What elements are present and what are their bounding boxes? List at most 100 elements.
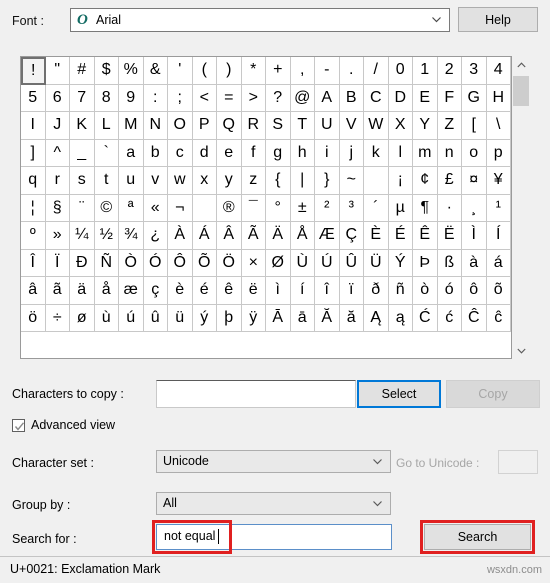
character-cell[interactable]: ² (315, 194, 340, 222)
character-cell[interactable]: ù (94, 304, 119, 332)
character-cell[interactable]: R (241, 112, 266, 140)
character-cell[interactable]: _ (70, 139, 95, 167)
scrollbar-thumb[interactable] (513, 76, 529, 106)
character-cell[interactable]: ì (266, 277, 291, 305)
character-cell[interactable]: è (168, 277, 193, 305)
character-cell[interactable]: ô (462, 277, 487, 305)
character-cell[interactable]: 3 (462, 57, 487, 85)
character-cell[interactable]: v (143, 167, 168, 195)
character-cell[interactable]: Ĉ (462, 304, 487, 332)
character-cell[interactable]: É (388, 222, 413, 250)
character-cell[interactable]: \ (486, 112, 511, 140)
character-cell[interactable]: U (315, 112, 340, 140)
character-cell[interactable]: # (70, 57, 95, 85)
font-combobox[interactable]: O Arial (70, 8, 450, 32)
character-cell[interactable]: À (168, 222, 193, 250)
character-cell[interactable]: ^ (45, 139, 70, 167)
character-cell[interactable]: c (168, 139, 193, 167)
character-cell[interactable]: Q (217, 112, 242, 140)
character-cell[interactable]: µ (388, 194, 413, 222)
character-cell[interactable]: 2 (437, 57, 462, 85)
character-cell[interactable]: Î (21, 249, 46, 277)
character-cell[interactable]: » (45, 222, 70, 250)
character-cell[interactable]: ÷ (45, 304, 70, 332)
character-cell[interactable]: ê (217, 277, 242, 305)
character-cell[interactable]: ¨ (70, 194, 95, 222)
character-cell[interactable]: b (143, 139, 168, 167)
character-cell[interactable]: ¿ (143, 222, 168, 250)
character-cell[interactable]: í (290, 277, 315, 305)
character-cell[interactable]: ¶ (413, 194, 438, 222)
character-cell[interactable]: ) (217, 57, 242, 85)
character-cell[interactable]: Ï (45, 249, 70, 277)
character-cell[interactable]: C (364, 84, 389, 112)
character-cell[interactable]: ð (364, 277, 389, 305)
character-cell[interactable]: Ä (266, 222, 291, 250)
character-cell[interactable]: Ù (290, 249, 315, 277)
character-cell[interactable]: f (241, 139, 266, 167)
character-cell[interactable]: 8 (94, 84, 119, 112)
character-cell[interactable] (364, 167, 389, 195)
character-cell[interactable]: ó (437, 277, 462, 305)
characters-to-copy-input[interactable] (156, 380, 356, 408)
character-cell[interactable]: 4 (486, 57, 511, 85)
character-cell[interactable]: L (94, 112, 119, 140)
character-cell[interactable]: Å (290, 222, 315, 250)
character-cell[interactable]: 7 (70, 84, 95, 112)
character-cell[interactable]: | (290, 167, 315, 195)
character-cell[interactable]: = (217, 84, 242, 112)
character-cell[interactable]: ĉ (486, 304, 511, 332)
character-cell[interactable]: , (290, 57, 315, 85)
character-cell[interactable]: Ą (364, 304, 389, 332)
character-cell[interactable]: ¼ (70, 222, 95, 250)
character-cell[interactable]: [ (462, 112, 487, 140)
character-cell[interactable]: ¢ (413, 167, 438, 195)
character-cell[interactable]: Ì (462, 222, 487, 250)
character-cell[interactable]: j (339, 139, 364, 167)
character-cell[interactable]: H (486, 84, 511, 112)
character-cell[interactable]: ¸ (462, 194, 487, 222)
character-cell[interactable]: Ë (437, 222, 462, 250)
character-set-combobox[interactable]: Unicode (156, 450, 391, 473)
character-cell[interactable]: Ê (413, 222, 438, 250)
character-cell[interactable]: a (119, 139, 144, 167)
group-by-combobox[interactable]: All (156, 492, 391, 515)
help-button[interactable]: Help (458, 7, 538, 32)
character-cell[interactable]: ß (437, 249, 462, 277)
character-cell[interactable]: ÿ (241, 304, 266, 332)
character-cell[interactable]: o (462, 139, 487, 167)
character-cell[interactable]: ø (70, 304, 95, 332)
character-cell[interactable]: ¦ (21, 194, 46, 222)
character-cell[interactable]: u (119, 167, 144, 195)
character-cell[interactable]: ; (168, 84, 193, 112)
character-cell[interactable]: ¬ (168, 194, 193, 222)
character-cell[interactable]: M (119, 112, 144, 140)
character-cell[interactable]: Y (413, 112, 438, 140)
character-cell[interactable]: q (21, 167, 46, 195)
search-input[interactable]: not equal (156, 524, 392, 550)
character-cell[interactable]: K (70, 112, 95, 140)
character-cell[interactable]: @ (290, 84, 315, 112)
character-cell[interactable]: % (119, 57, 144, 85)
character-cell[interactable]: Û (339, 249, 364, 277)
character-cell[interactable]: t (94, 167, 119, 195)
select-button[interactable]: Select (357, 380, 441, 408)
character-cell[interactable]: ± (290, 194, 315, 222)
character-cell[interactable]: ã (45, 277, 70, 305)
character-cell[interactable]: ý (192, 304, 217, 332)
character-cell[interactable]: ( (192, 57, 217, 85)
chevron-down-icon[interactable] (431, 14, 442, 25)
character-cell[interactable]: Ã (241, 222, 266, 250)
character-cell[interactable]: X (388, 112, 413, 140)
character-cell[interactable]: × (241, 249, 266, 277)
character-grid[interactable]: ! " # $% & '() * +, -./0 1 2 3 4 5 6 7 8 9:; < = >? @ A B C D E F G H… (21, 57, 511, 332)
character-cell[interactable]: 1 (413, 57, 438, 85)
character-cell[interactable]: Ö (217, 249, 242, 277)
character-cell[interactable]: d (192, 139, 217, 167)
character-cell[interactable]: P (192, 112, 217, 140)
character-cell[interactable]: + (266, 57, 291, 85)
character-cell[interactable]: N (143, 112, 168, 140)
character-cell[interactable]: Ć (413, 304, 438, 332)
character-cell[interactable]: á (486, 249, 511, 277)
character-cell[interactable]: î (315, 277, 340, 305)
